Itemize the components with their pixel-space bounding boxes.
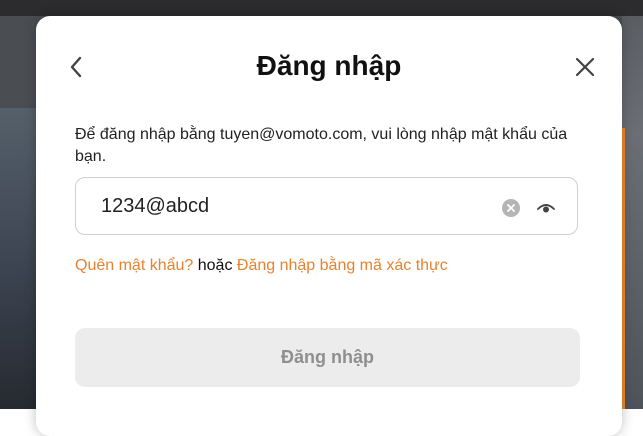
close-button[interactable] xyxy=(572,54,598,80)
password-input[interactable] xyxy=(101,192,481,220)
close-icon xyxy=(575,57,595,77)
eye-icon xyxy=(537,204,555,213)
login-help-links: Quên mật khẩu? hoặc Đăng nhập bằng mã xá… xyxy=(75,257,448,275)
login-description: Để đăng nhập bằng tuyen@vomoto.com, vui … xyxy=(75,126,568,165)
background-edge xyxy=(622,16,643,409)
otp-login-link[interactable]: Đăng nhập bằng mã xác thực xyxy=(237,257,448,274)
top-bar xyxy=(0,0,643,16)
login-submit-button[interactable]: Đăng nhập xyxy=(75,328,580,387)
toggle-password-visibility-button[interactable] xyxy=(536,198,556,218)
clear-icon xyxy=(507,204,515,212)
forgot-password-link[interactable]: Quên mật khẩu? xyxy=(75,257,193,274)
login-modal: Đăng nhập Để đăng nhập bằng tuyen@vomoto… xyxy=(36,16,622,436)
clear-password-button[interactable] xyxy=(502,199,520,217)
or-text: hoặc xyxy=(197,257,233,274)
password-field[interactable] xyxy=(75,177,578,235)
modal-title: Đăng nhập xyxy=(256,50,402,81)
